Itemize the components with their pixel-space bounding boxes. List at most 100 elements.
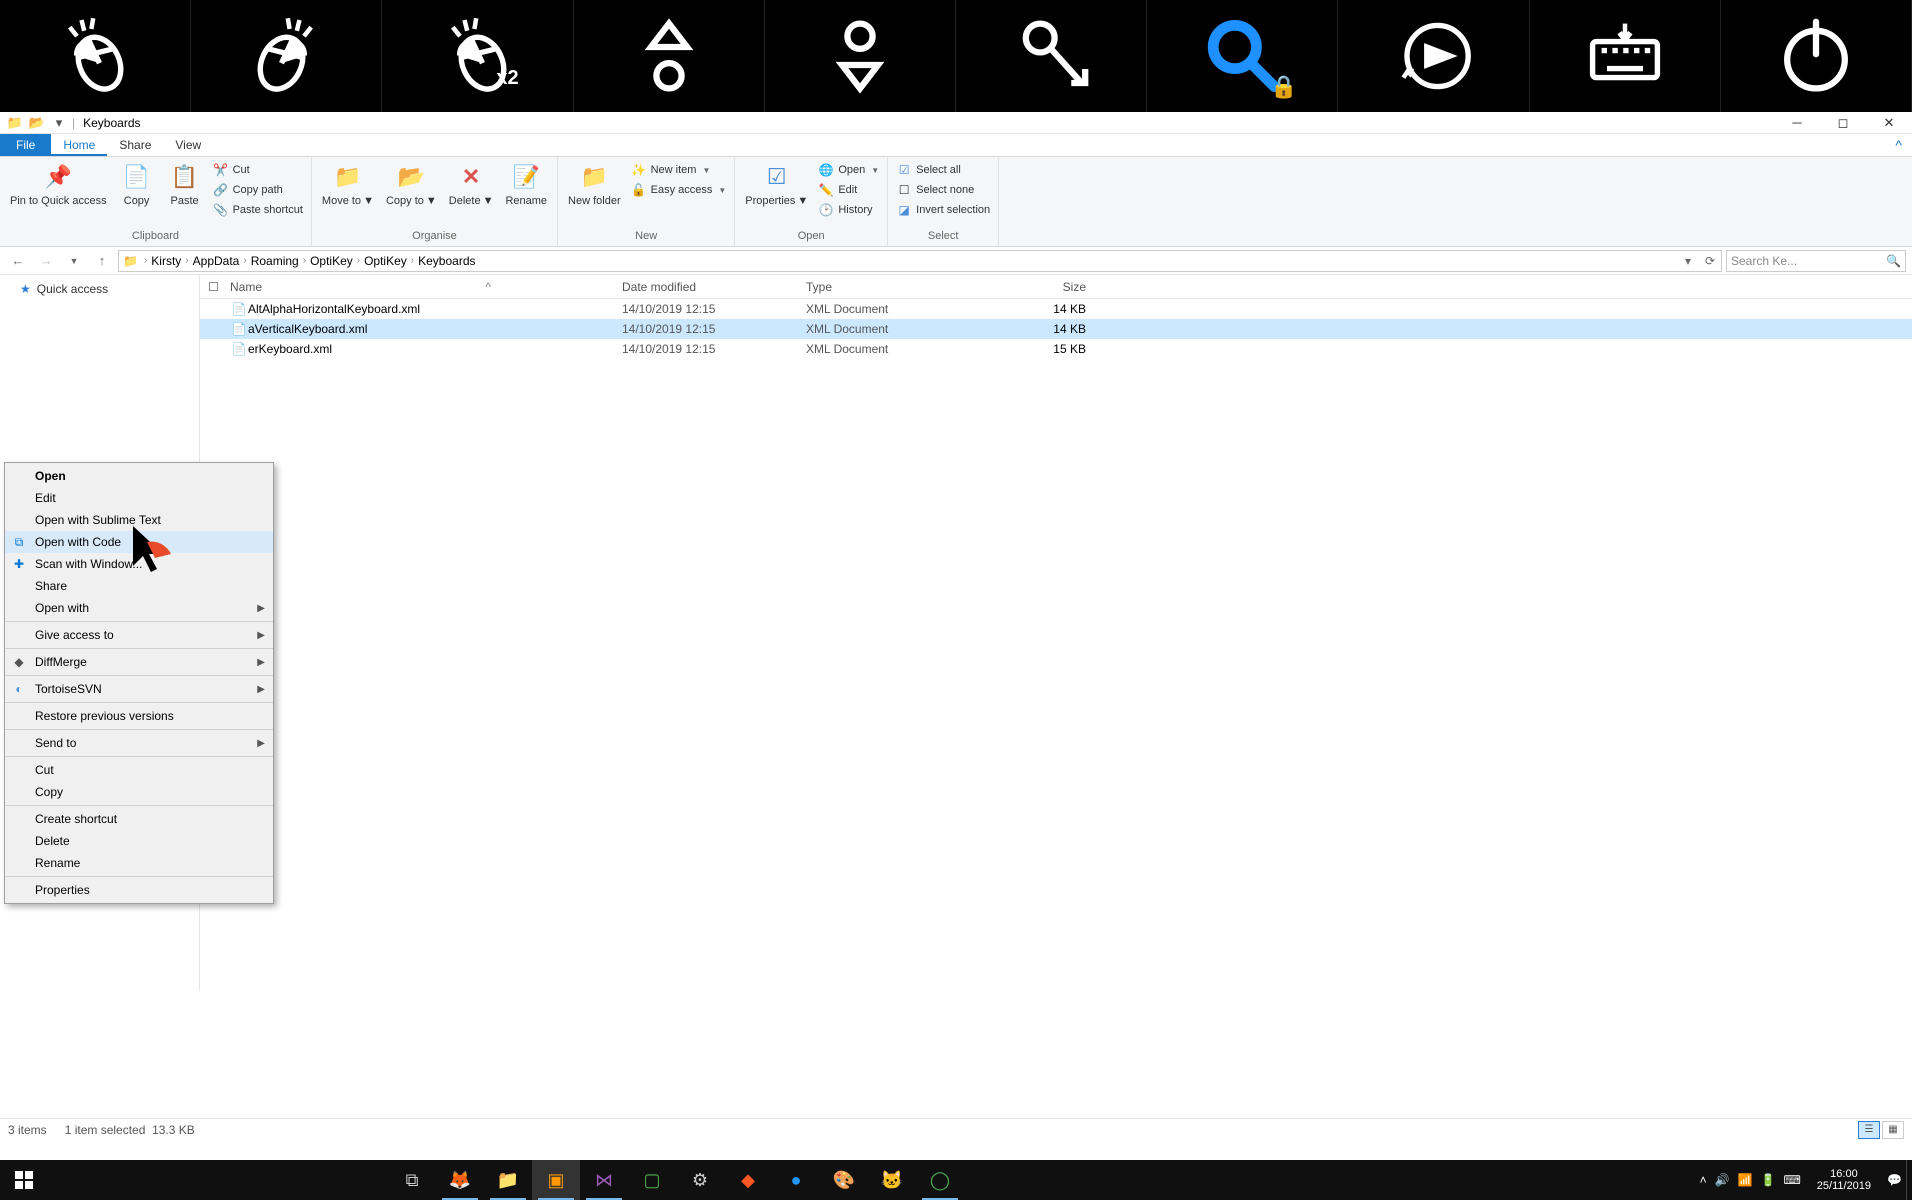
context-item[interactable]: Rename: [5, 852, 273, 874]
paste-shortcut-button[interactable]: 📎Paste shortcut: [211, 201, 305, 219]
minimize-button[interactable]: ─: [1774, 112, 1820, 134]
optikey-zoom-out-icon[interactable]: [956, 0, 1147, 112]
taskbar-app-palette[interactable]: 🎨: [820, 1160, 868, 1200]
cut-button[interactable]: ✂️Cut: [211, 161, 305, 179]
context-item[interactable]: ⧉Open with Code: [5, 531, 273, 553]
forward-button[interactable]: →: [34, 249, 58, 273]
context-item[interactable]: Open with▶: [5, 597, 273, 619]
taskbar-firefox[interactable]: 🦊: [436, 1160, 484, 1200]
taskbar-sublime[interactable]: ▣: [532, 1160, 580, 1200]
context-item[interactable]: Give access to▶: [5, 624, 273, 646]
col-size[interactable]: Size: [986, 280, 1096, 294]
context-item[interactable]: Open: [5, 465, 273, 487]
tab-file[interactable]: File: [0, 134, 51, 156]
context-item[interactable]: Properties: [5, 879, 273, 901]
context-item[interactable]: Cut: [5, 759, 273, 781]
edit-button[interactable]: ✏️Edit: [816, 181, 881, 199]
new-item-button[interactable]: ✨New item▼: [629, 161, 729, 179]
tray-input-icon[interactable]: ⌨: [1783, 1173, 1800, 1187]
tray-network-icon[interactable]: 📶: [1738, 1173, 1753, 1187]
breadcrumb[interactable]: 📁 › Kirsty› AppData› Roaming› OptiKey› O…: [118, 250, 1722, 272]
notifications-button[interactable]: 💬: [1887, 1173, 1902, 1187]
tab-share[interactable]: Share: [107, 134, 163, 156]
context-item[interactable]: Restore previous versions: [5, 705, 273, 727]
col-type[interactable]: Type: [806, 280, 986, 294]
qat-dropdown-icon[interactable]: ▾: [48, 113, 70, 133]
file-row[interactable]: 📄AltAlphaHorizontalKeyboard.xml14/10/201…: [200, 299, 1912, 319]
file-row[interactable]: 📄aVerticalKeyboard.xml14/10/2019 12:15XM…: [200, 319, 1912, 339]
invert-selection-button[interactable]: ◪Invert selection: [894, 201, 992, 219]
taskbar-explorer[interactable]: 📁: [484, 1160, 532, 1200]
copy-to-button[interactable]: 📂Copy to▼: [382, 159, 441, 209]
optikey-left-click-icon[interactable]: [0, 0, 191, 112]
optikey-scroll-down-icon[interactable]: [765, 0, 956, 112]
col-name[interactable]: Name ^: [230, 280, 622, 294]
icons-view-button[interactable]: ▦: [1882, 1121, 1904, 1139]
search-input[interactable]: Search Ke... 🔍: [1726, 250, 1906, 272]
tray-chevron-icon[interactable]: ˄: [1700, 1173, 1707, 1187]
optikey-right-click-icon[interactable]: [191, 0, 382, 112]
select-all-button[interactable]: ☑Select all: [894, 161, 992, 179]
system-tray[interactable]: ˄ 🔊 📶 🔋 ⌨ 16:00 25/11/2019 💬: [1700, 1168, 1906, 1192]
select-all-checkbox[interactable]: ☐: [208, 280, 230, 294]
pin-quick-access-button[interactable]: 📌 Pin to Quick access: [6, 159, 111, 209]
context-item[interactable]: Copy: [5, 781, 273, 803]
folder-icon[interactable]: 📁: [4, 113, 26, 133]
context-item[interactable]: Create shortcut: [5, 808, 273, 830]
copy-path-button[interactable]: 🔗Copy path: [211, 181, 305, 199]
optikey-scroll-up-icon[interactable]: [574, 0, 765, 112]
move-to-button[interactable]: 📁Move to▼: [318, 159, 378, 209]
close-button[interactable]: ✕: [1866, 112, 1912, 134]
tab-home[interactable]: Home: [51, 134, 107, 156]
optikey-zoom-in-icon[interactable]: 🔒: [1147, 0, 1338, 112]
tab-view[interactable]: View: [163, 134, 213, 156]
properties-button[interactable]: ☑Properties▼: [741, 159, 812, 209]
optikey-power-icon[interactable]: [1721, 0, 1912, 112]
tray-battery-icon[interactable]: 🔋: [1761, 1173, 1776, 1187]
open-button[interactable]: 🌐Open▼: [816, 161, 881, 179]
taskbar-app-cat[interactable]: 🐱: [868, 1160, 916, 1200]
task-view-button[interactable]: ⧉: [388, 1160, 436, 1200]
context-item[interactable]: ◐TortoiseSVN▶: [5, 678, 273, 700]
tray-volume-icon[interactable]: 🔊: [1715, 1173, 1730, 1187]
recent-dropdown[interactable]: ▼: [62, 249, 86, 273]
file-row[interactable]: 📄erKeyboard.xml14/10/2019 12:15XML Docum…: [200, 339, 1912, 359]
col-date[interactable]: Date modified: [622, 280, 806, 294]
back-button[interactable]: ←: [6, 249, 30, 273]
taskbar-settings[interactable]: ⚙: [676, 1160, 724, 1200]
taskbar-clock[interactable]: 16:00 25/11/2019: [1809, 1168, 1879, 1192]
refresh-button[interactable]: ⟳: [1699, 254, 1721, 268]
copy-button[interactable]: 📄 Copy: [115, 159, 159, 209]
start-button[interactable]: [0, 1160, 48, 1200]
paste-button[interactable]: 📋 Paste: [163, 159, 207, 209]
address-dropdown[interactable]: ▾: [1677, 254, 1699, 268]
rename-button[interactable]: 📝Rename: [501, 159, 551, 209]
up-button[interactable]: ↑: [90, 249, 114, 273]
ribbon-expand-icon[interactable]: ^: [1885, 134, 1912, 156]
context-item[interactable]: ✚Scan with Window...: [5, 553, 273, 575]
optikey-keyboard-icon[interactable]: [1530, 0, 1721, 112]
taskbar-visual-studio[interactable]: ⋈: [580, 1160, 628, 1200]
context-item[interactable]: Share: [5, 575, 273, 597]
optikey-double-click-icon[interactable]: x2: [382, 0, 573, 112]
context-item[interactable]: Open with Sublime Text: [5, 509, 273, 531]
history-button[interactable]: 🕑History: [816, 201, 881, 219]
context-item[interactable]: ◆DiffMerge▶: [5, 651, 273, 673]
taskbar-optikey[interactable]: ◯: [916, 1160, 964, 1200]
taskbar-app-blue-circle[interactable]: ●: [772, 1160, 820, 1200]
taskbar-app-diamond[interactable]: ◆: [724, 1160, 772, 1200]
show-desktop-button[interactable]: [1906, 1160, 1912, 1200]
details-view-button[interactable]: ☰: [1858, 1121, 1880, 1139]
context-item[interactable]: Send to▶: [5, 732, 273, 754]
select-none-button[interactable]: ☐Select none: [894, 181, 992, 199]
easy-access-button[interactable]: 🔓Easy access▼: [629, 181, 729, 199]
qat-folder-icon[interactable]: 📂: [26, 113, 48, 133]
context-item[interactable]: Edit: [5, 487, 273, 509]
delete-button[interactable]: ✕Delete▼: [445, 159, 498, 209]
optikey-repeat-icon[interactable]: [1338, 0, 1529, 112]
new-folder-button[interactable]: 📁New folder: [564, 159, 625, 209]
sidebar-item-quick-access[interactable]: ★ Quick access: [0, 279, 199, 299]
context-item[interactable]: Delete: [5, 830, 273, 852]
maximize-button[interactable]: ◻: [1820, 112, 1866, 134]
taskbar-app-green[interactable]: ▢: [628, 1160, 676, 1200]
